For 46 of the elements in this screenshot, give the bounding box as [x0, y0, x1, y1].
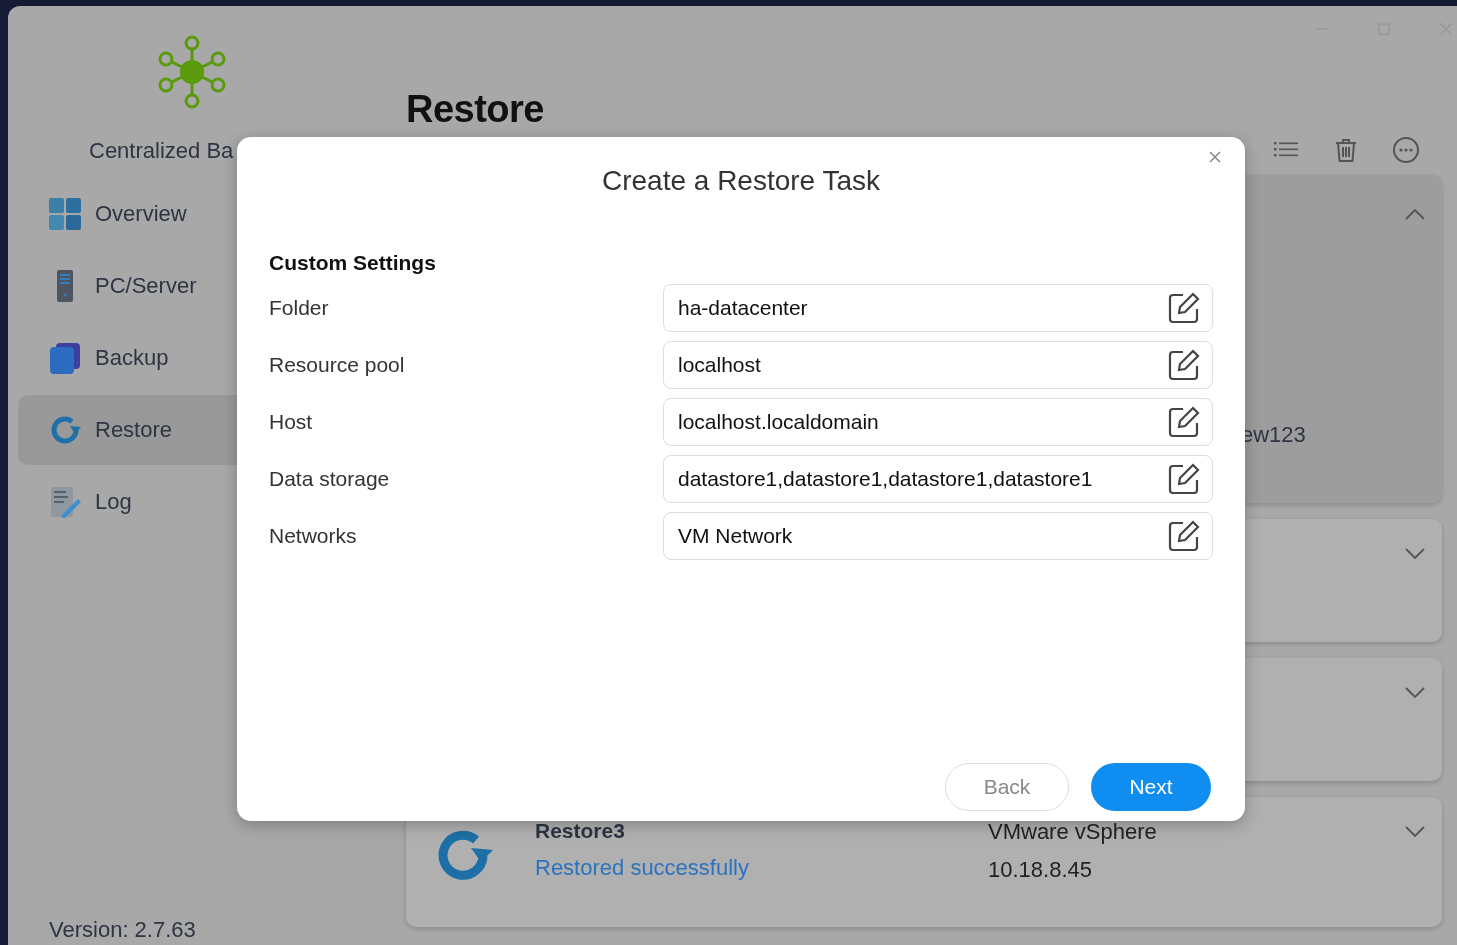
- edit-icon[interactable]: [1166, 518, 1202, 554]
- task-status: Restored successfully: [535, 855, 750, 881]
- task-address: 10.18.8.45: [988, 857, 1093, 883]
- close-icon[interactable]: [1207, 149, 1223, 165]
- task-name: Restore3: [535, 819, 626, 843]
- field-value: localhost: [678, 353, 762, 377]
- input-field[interactable]: datastore1,datastore1,datastore1,datastore1: [663, 455, 1213, 503]
- sidebar-label: Restore: [95, 417, 173, 443]
- task-type: VMware vSphere: [988, 819, 1158, 845]
- stacked-squares-icon: [48, 341, 82, 375]
- field-value: datastore1,datastore1,datastore1,datastore1: [678, 467, 1094, 491]
- sidebar-label: Overview: [95, 201, 187, 227]
- app-name: Centralized Ba: [89, 138, 235, 164]
- sidebar-label: Backup: [95, 345, 169, 371]
- grid-icon: [48, 197, 82, 231]
- chevron-down-icon[interactable]: [1404, 547, 1426, 561]
- version-text: Version: 2.7.63: [49, 917, 197, 943]
- document-pen-icon: [48, 485, 82, 519]
- field-label: Data storage: [269, 467, 391, 491]
- sidebar-item[interactable]: Overview: [18, 179, 398, 249]
- dialog-title: Create a Restore Task: [600, 165, 882, 197]
- chevron-down-icon[interactable]: [1404, 686, 1426, 700]
- field-value: ha-datacenter: [678, 296, 809, 320]
- field-label: Host: [269, 410, 314, 434]
- sidebar-label: PC/Server: [95, 273, 197, 299]
- field-label: Resource pool: [269, 353, 406, 377]
- edit-icon[interactable]: [1166, 461, 1202, 497]
- page-title: Restore: [406, 88, 545, 131]
- field-label: Folder: [269, 296, 330, 320]
- input-field[interactable]: localhost.localdomain: [663, 398, 1213, 446]
- field-label: Networks: [269, 524, 358, 548]
- edit-icon[interactable]: [1166, 404, 1202, 440]
- input-field[interactable]: ha-datacenter: [663, 284, 1213, 332]
- next-button[interactable]: Next: [1091, 763, 1211, 811]
- edit-icon[interactable]: [1166, 290, 1202, 326]
- section-heading: Custom Settings: [269, 251, 437, 275]
- edit-icon[interactable]: [1166, 347, 1202, 383]
- field-value: localhost.localdomain: [678, 410, 880, 434]
- input-field[interactable]: localhost: [663, 341, 1213, 389]
- field-value: VM Network: [678, 524, 794, 548]
- more-icon[interactable]: [1391, 135, 1421, 165]
- sidebar-label: Log: [95, 489, 132, 515]
- back-button[interactable]: Back: [945, 763, 1069, 811]
- input-field[interactable]: VM Network: [663, 512, 1213, 560]
- chevron-up-icon[interactable]: [1404, 207, 1426, 221]
- chevron-down-icon[interactable]: [1404, 825, 1426, 839]
